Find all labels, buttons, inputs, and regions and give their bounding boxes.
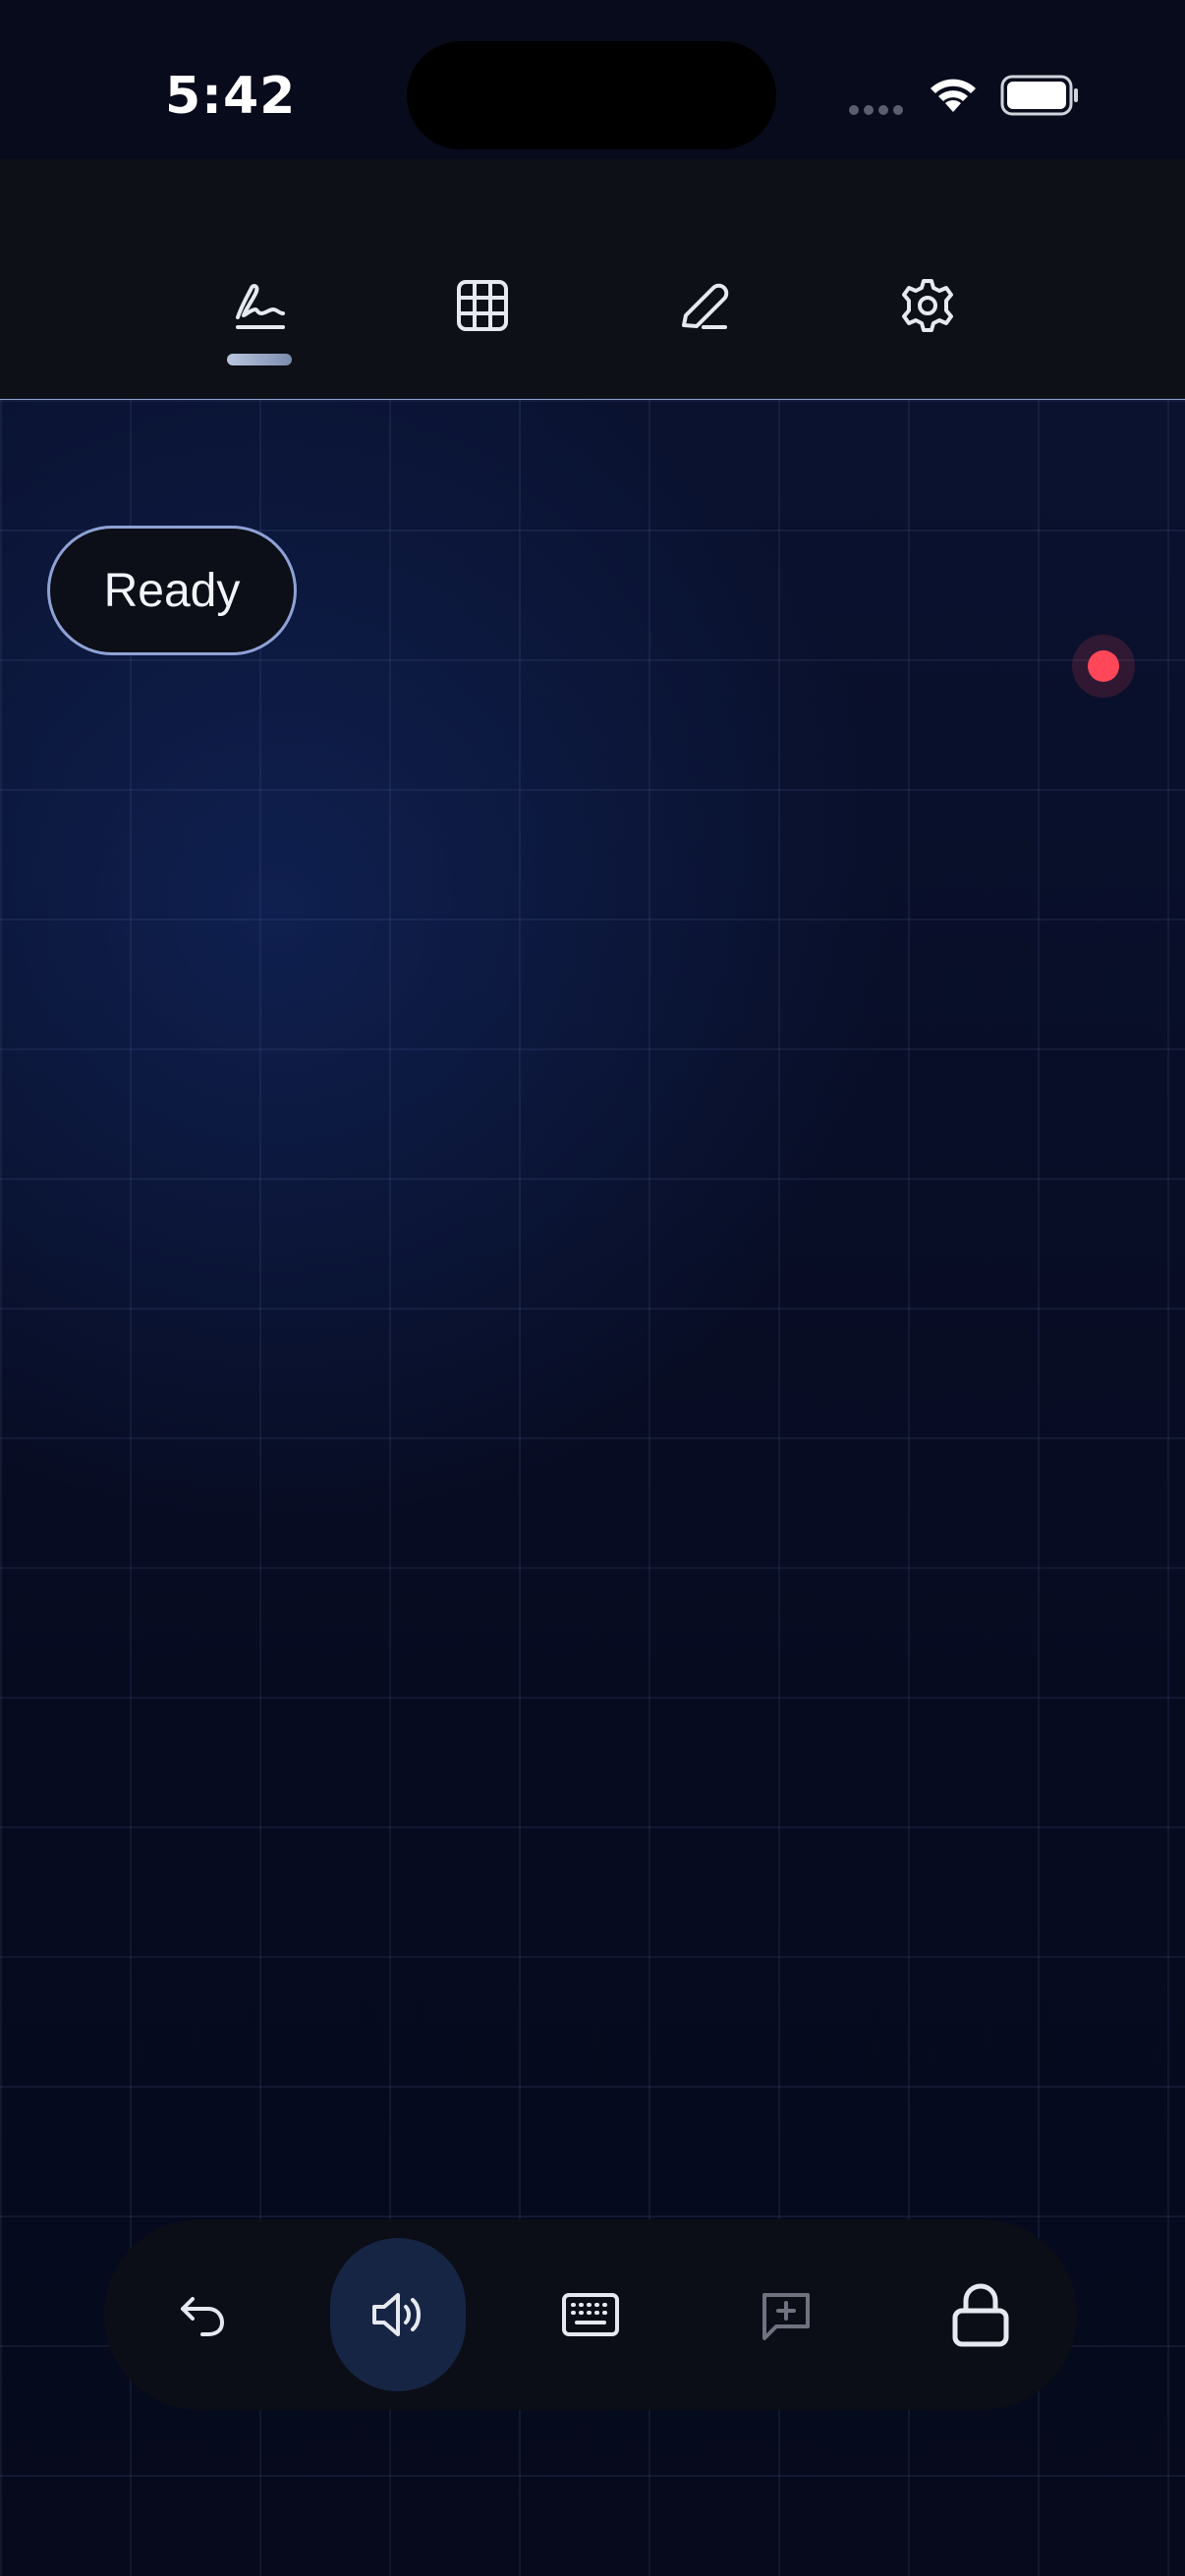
bottom-action-bar: [104, 2219, 1077, 2410]
lock-icon: [952, 2283, 1009, 2347]
grid-icon: [457, 280, 508, 331]
recording-dot: [1088, 650, 1119, 682]
tab-settings[interactable]: [883, 261, 972, 350]
signature-icon: [236, 284, 285, 329]
wifi-icon: [926, 73, 981, 119]
add-comment-icon: [762, 2293, 810, 2340]
dynamic-island: [407, 41, 776, 149]
keyboard-button[interactable]: [523, 2219, 658, 2410]
speaker-icon: [372, 2293, 421, 2336]
tab-signature[interactable]: [215, 261, 304, 350]
cellular-signal-icon: [849, 102, 908, 120]
speaker-button[interactable]: [330, 2219, 466, 2410]
selected-tab-indicator: [227, 354, 292, 365]
undo-icon: [181, 2297, 224, 2336]
gear-icon: [902, 279, 953, 332]
tab-grid[interactable]: [438, 261, 527, 350]
recording-indicator: [1072, 635, 1135, 698]
undo-button[interactable]: [135, 2219, 270, 2410]
keyboard-icon: [562, 2293, 619, 2336]
add-comment-button[interactable]: [718, 2219, 854, 2410]
pen-icon: [682, 283, 729, 329]
top-toolbar: [0, 159, 1185, 402]
battery-icon: [1000, 75, 1081, 121]
status-bar: 5:42: [0, 0, 1185, 159]
lock-button[interactable]: [913, 2219, 1048, 2410]
status-pill-label: Ready: [103, 564, 241, 617]
status-time: 5:42: [165, 67, 297, 126]
status-pill: Ready: [47, 526, 297, 655]
tab-pen[interactable]: [659, 261, 748, 350]
